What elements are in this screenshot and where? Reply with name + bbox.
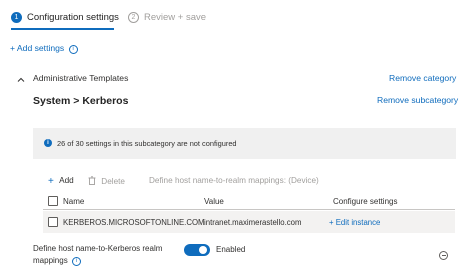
active-step-underline [11, 28, 114, 30]
column-header-value[interactable]: Value [204, 197, 224, 206]
add-button-label[interactable]: Add [59, 176, 74, 185]
header-divider [43, 209, 455, 210]
banner-text: 26 of 30 settings in this subcategory ar… [57, 139, 237, 148]
step-2-indicator[interactable]: 2 [128, 12, 139, 23]
collapse-chevron-icon[interactable] [16, 72, 26, 82]
section-title: Administrative Templates [33, 73, 129, 83]
edit-instance-link[interactable]: + Edit instance [329, 218, 380, 227]
step-1-indicator[interactable]: 1 [11, 12, 22, 23]
remove-category-link[interactable]: Remove category [389, 73, 456, 83]
toolbar-context-text: Define host name-to-realm mappings: (Dev… [149, 176, 319, 185]
setting-label-line1: Define host name-to-Kerberos realm [33, 244, 163, 253]
add-button[interactable]: + Add [48, 176, 74, 187]
column-header-configure-settings[interactable]: Configure settings [333, 197, 397, 206]
plus-icon: + [48, 176, 54, 187]
toggle-state-label: Enabled [216, 245, 246, 254]
delete-button[interactable]: Delete [88, 176, 125, 186]
info-icon: i [44, 139, 52, 147]
add-settings-link[interactable]: + Add settings i [10, 43, 78, 54]
delete-button-label[interactable]: Delete [101, 177, 125, 186]
setting-label-line2: mappings [33, 256, 68, 265]
subcategory-heading: System > Kerberos [33, 95, 129, 107]
info-icon: i [68, 45, 78, 54]
minus-circle-icon[interactable] [439, 251, 448, 260]
add-settings-label[interactable]: + Add settings [10, 43, 64, 53]
tab-review-save[interactable]: Review + save [144, 12, 206, 23]
setting-label: Define host name-to-Kerberos realm mappi… [33, 243, 162, 267]
tab-configuration-settings[interactable]: Configuration settings [27, 12, 119, 23]
remove-subcategory-link[interactable]: Remove subcategory [377, 95, 458, 105]
row-value-cell: intranet.maximerastello.com [204, 218, 302, 227]
info-icon[interactable]: i [71, 257, 81, 266]
toggle-knob [199, 246, 207, 254]
enabled-toggle[interactable] [184, 244, 210, 256]
select-all-checkbox[interactable] [48, 196, 58, 206]
row-name-cell: KERBEROS.MICROSOFTONLINE.COM [63, 218, 205, 227]
row-checkbox[interactable] [48, 217, 58, 227]
trash-icon [88, 176, 96, 185]
minus-bar [441, 255, 446, 256]
column-header-name[interactable]: Name [63, 197, 84, 206]
